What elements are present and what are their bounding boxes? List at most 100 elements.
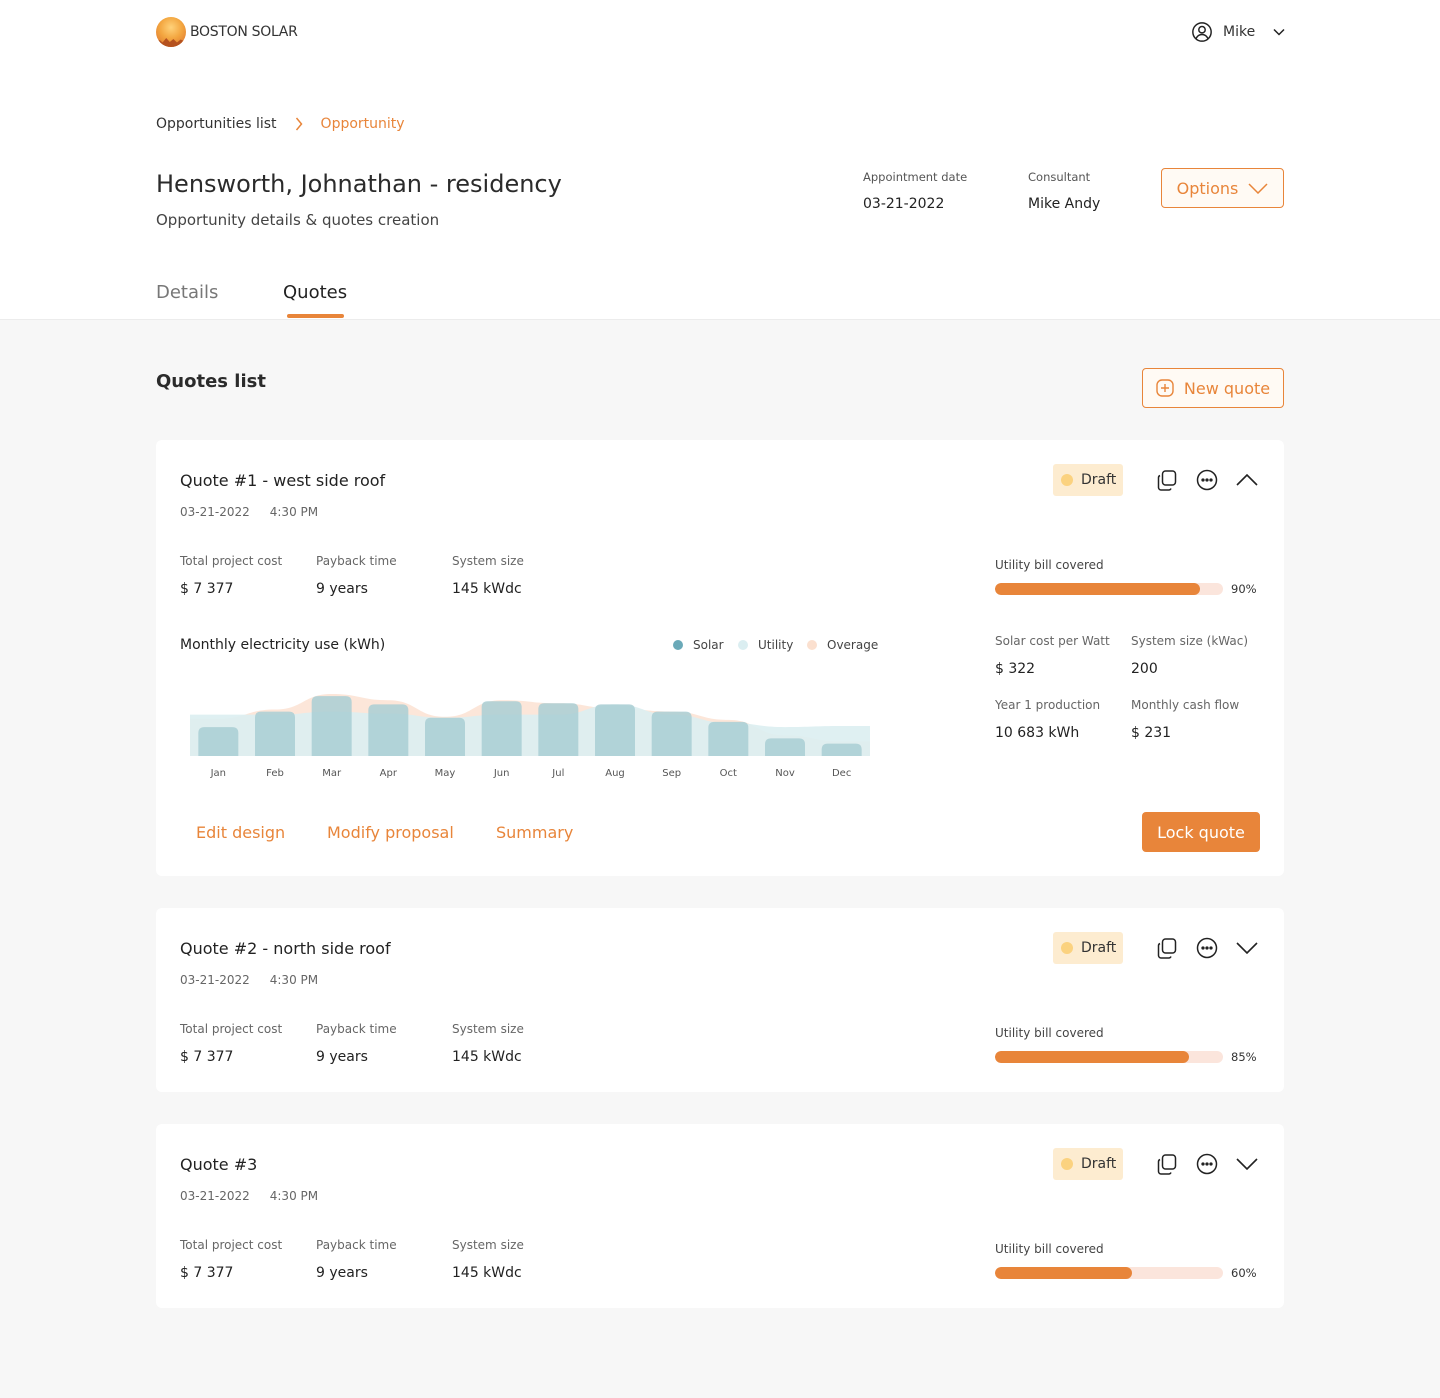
bar-jan [198,727,239,756]
utility-progress-fill [995,1267,1132,1279]
expand-button[interactable] [1235,1152,1259,1176]
stat-label: System size (kWac) [1131,634,1249,648]
copy-quote-button[interactable] [1155,1152,1179,1176]
bar-feb [255,711,295,756]
utility-label: Utility bill covered [995,558,1104,572]
bar-oct [708,721,749,756]
chevron-right-icon [295,117,303,131]
x-tick-label: May [435,768,456,779]
monthly-cash-flow: Monthly cash flow $ 231 [1131,698,1239,741]
payback-time: Payback time 9 years [316,1238,397,1281]
quote-time: 4:30 PM [269,1189,319,1203]
chart-title: Monthly electricity use (kWh) [180,637,386,653]
status-badge: Draft [1053,464,1123,496]
stat-value: $ 322 [995,661,1036,677]
utility-percent: 60% [1231,1266,1257,1280]
status-badge: Draft [1053,932,1123,964]
stat-value: 145 kWdc [452,1049,522,1065]
utility-label: Utility bill covered [995,1242,1104,1256]
new-quote-button[interactable]: New quote [1142,368,1284,408]
stat-label: System size [452,1238,524,1252]
payback-time: Payback time 9 years [316,554,397,597]
quote-title: Quote #1 - west side roof [180,471,386,490]
breadcrumb-opportunities-list[interactable]: Opportunities list [156,116,277,132]
bar-aug [595,704,635,756]
stat-label: Total project cost [180,1022,283,1036]
bar-sep [651,711,692,756]
modify-proposal-link[interactable]: Modify proposal [327,823,454,842]
quote-date: 03-21-2022 [180,973,250,987]
stat-value: 145 kWdc [452,1265,522,1281]
page-subtitle: Opportunity details & quotes creation [156,211,440,229]
utility-progress-fill [995,583,1201,595]
plus-square-icon [1156,379,1174,397]
status-text: Draft [1081,940,1117,956]
x-tick-label: Mar [322,768,342,779]
legend-label: Utility [758,638,794,652]
utility-progress-track [995,583,1223,595]
copy-quote-button[interactable] [1155,936,1179,960]
system-size: System size 145 kWdc [452,1022,524,1065]
total-project-cost: Total project cost $ 7 377 [180,1022,282,1065]
top-bar: BOSTON SOLAR Mike [0,0,1440,64]
x-tick-label: Jan [210,768,226,779]
tab-quotes[interactable]: Quotes [283,282,347,303]
stat-value: $ 231 [1131,725,1172,741]
bar-dec [821,743,862,756]
expand-button[interactable] [1235,936,1259,960]
stat-label: Payback time [316,1238,397,1252]
x-tick-label: Nov [775,768,795,779]
lock-quote-button[interactable]: Lock quote [1142,812,1260,852]
x-tick-label: Feb [266,768,284,779]
legend-swatch [673,640,683,650]
system-size: System size 145 kWdc [452,554,524,597]
stat-value: 9 years [316,581,368,597]
x-tick-label: Oct [720,768,737,779]
status-dot [1061,942,1073,954]
copy-quote-button[interactable] [1155,468,1179,492]
summary-link[interactable]: Summary [496,823,573,842]
quote-card-2: Quote #2 - north side roof 03-21-2022 4:3… [156,908,1284,1092]
stat-value: 200 [1131,661,1158,677]
options-button[interactable]: Options [1161,168,1284,208]
status-dot [1061,1158,1073,1170]
bar-jul [538,703,579,756]
chevron-down-icon [1248,182,1268,194]
active-tab-indicator [287,314,344,318]
quote-date: 03-21-2022 [180,1189,250,1203]
legend-label: Overage [827,638,879,652]
chevron-down-icon [1236,1158,1258,1170]
status-dot [1061,474,1073,486]
sun-logo-icon [156,17,186,47]
utility-label: Utility bill covered [995,1026,1104,1040]
stat-value: 10 683 kWh [995,725,1080,741]
stat-label: Total project cost [180,554,283,568]
utility-progress-track [995,1267,1223,1279]
breadcrumb-opportunity: Opportunity [320,116,405,132]
more-options-button[interactable] [1195,936,1219,960]
edit-design-link[interactable]: Edit design [196,823,285,842]
brand-logo[interactable]: BOSTON SOLAR [156,17,298,47]
stat-value: $ 7 377 [180,1049,234,1065]
more-options-button[interactable] [1195,1152,1219,1176]
utility-progress-fill [995,1051,1189,1063]
status-text: Draft [1081,1156,1117,1172]
user-menu[interactable]: Mike [1191,21,1285,43]
more-options-button[interactable] [1195,468,1219,492]
legend-label: Solar [693,638,724,652]
stat-label: Total project cost [180,1238,283,1252]
user-name: Mike [1223,24,1256,40]
appointment-date-label: Appointment date [863,170,968,184]
status-text: Draft [1081,472,1117,488]
consultant-label: Consultant [1028,170,1091,184]
quote-time: 4:30 PM [269,973,319,987]
collapse-button[interactable] [1235,468,1259,492]
year-1-production: Year 1 production 10 683 kWh [995,698,1100,741]
solar-cost-per-watt: Solar cost per Watt $ 322 [995,634,1110,677]
more-horizontal-icon [1196,469,1218,491]
stat-value: $ 7 377 [180,1265,234,1281]
system-size-kwac: System size (kWac) 200 [1131,634,1248,677]
legend-overage: Overage [807,638,878,652]
tab-details[interactable]: Details [156,282,218,303]
stat-label: Payback time [316,1022,397,1036]
